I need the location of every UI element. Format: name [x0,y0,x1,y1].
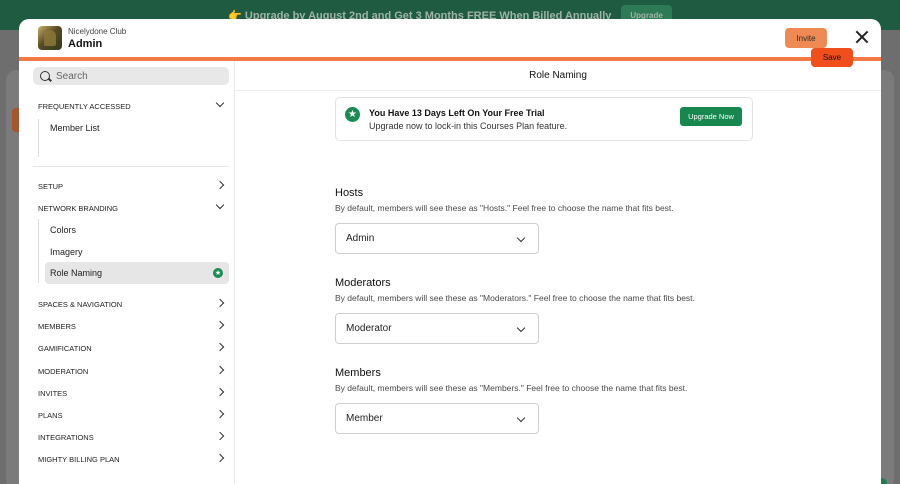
section-label: MODERATION [38,366,89,376]
section-label: INTEGRATIONS [38,432,94,442]
sidebar-divider [33,166,229,167]
role-title: Hosts [335,187,364,199]
role-hosts: Hosts By default, members will see these… [335,187,755,254]
section-integrations[interactable]: INTEGRATIONS [19,426,235,448]
upgrade-now-button[interactable]: Upgrade Now [680,107,742,126]
club-meta: Nicelydone Club Admin [68,27,126,50]
trial-title: You Have 13 Days Left On Your Free Trial [369,108,545,118]
search-box[interactable] [33,67,229,85]
section-invites[interactable]: INVITES [19,382,235,404]
section-label: PLANS [38,410,63,420]
moderators-name-select[interactable]: Moderator [335,313,539,344]
select-value: Admin [346,233,375,244]
club-role: Admin [68,37,103,50]
section-frequently-accessed[interactable]: FREQUENTLY ACCESSED [19,95,235,117]
role-members: Members By default, members will see the… [335,367,755,434]
content-header: Role Naming [235,61,881,91]
section-moderation[interactable]: MODERATION [19,360,235,382]
chevron-down-icon [516,323,526,333]
close-icon[interactable] [854,29,870,45]
sidebar-item-member-list[interactable]: Member List [45,117,229,139]
role-title: Moderators [335,277,391,289]
section-label: SETUP [38,181,64,191]
role-description: By default, members will see these as "H… [335,203,674,213]
trial-banner: ★ You Have 13 Days Left On Your Free Tri… [335,97,753,141]
section-setup[interactable]: SETUP [19,175,235,197]
sub-rail [38,119,39,157]
section-label: GAMIFICATION [38,343,92,353]
trial-subtitle: Upgrade now to lock-in this Courses Plan… [369,121,568,131]
section-mighty-billing-plan[interactable]: MIGHTY BILLING PLAN [19,448,235,470]
invite-button[interactable]: Invite [785,28,827,48]
chevron-right-icon [215,387,225,397]
chevron-right-icon [215,342,225,352]
sidebar-item-label: Colors [50,225,77,235]
select-value: Member [346,413,383,424]
sidebar-item-label: Member List [50,123,100,133]
chevron-right-icon [215,298,225,308]
chevron-down-icon [215,98,225,108]
section-spaces-navigation[interactable]: SPACES & NAVIGATION [19,293,235,315]
sidebar-item-colors[interactable]: Colors [45,219,229,241]
save-button[interactable]: Save [811,48,853,67]
select-value: Moderator [346,323,392,334]
chevron-down-icon [516,233,526,243]
section-label: INVITES [38,388,68,398]
section-label: FREQUENTLY ACCESSED [38,101,131,111]
club-name: Nicelydone Club [68,26,127,36]
chevron-down-icon [215,200,225,210]
section-label: MEMBERS [38,321,76,331]
settings-sidebar: FREQUENTLY ACCESSED Member List SETUP NE… [19,61,235,484]
chevron-right-icon [215,431,225,441]
role-moderators: Moderators By default, members will see … [335,277,755,344]
chevron-right-icon [215,453,225,463]
sidebar-item-label: Imagery [50,247,83,257]
search-icon [40,71,50,81]
section-network-branding[interactable]: NETWORK BRANDING [19,197,235,219]
chevron-right-icon [215,320,225,330]
chevron-right-icon [215,180,225,190]
members-name-select[interactable]: Member [335,403,539,434]
hosts-name-select[interactable]: Admin [335,223,539,254]
chevron-right-icon [215,409,225,419]
star-icon: ★ [345,107,360,122]
section-members[interactable]: MEMBERS [19,315,235,337]
modal-header: Nicelydone Club Admin Invite [19,19,881,57]
club-logo [38,26,62,50]
role-description: By default, members will see these as "M… [335,383,688,393]
premium-star-icon: ★ [213,268,223,278]
section-label: MIGHTY BILLING PLAN [38,454,120,464]
section-gamification[interactable]: GAMIFICATION [19,337,235,359]
section-label: NETWORK BRANDING [38,203,119,213]
page-title: Role Naming [529,70,587,81]
chevron-right-icon [215,365,225,375]
chevron-down-icon [516,413,526,423]
sub-rail [38,219,39,283]
search-input[interactable] [56,70,206,82]
sidebar-item-role-naming[interactable]: Role Naming ★ [45,262,229,284]
role-title: Members [335,367,381,379]
section-label: SPACES & NAVIGATION [38,299,123,309]
role-description: By default, members will see these as "M… [335,293,695,303]
sidebar-item-imagery[interactable]: Imagery [45,241,229,263]
sidebar-item-label: Role Naming [50,268,103,278]
section-plans[interactable]: PLANS [19,404,235,426]
